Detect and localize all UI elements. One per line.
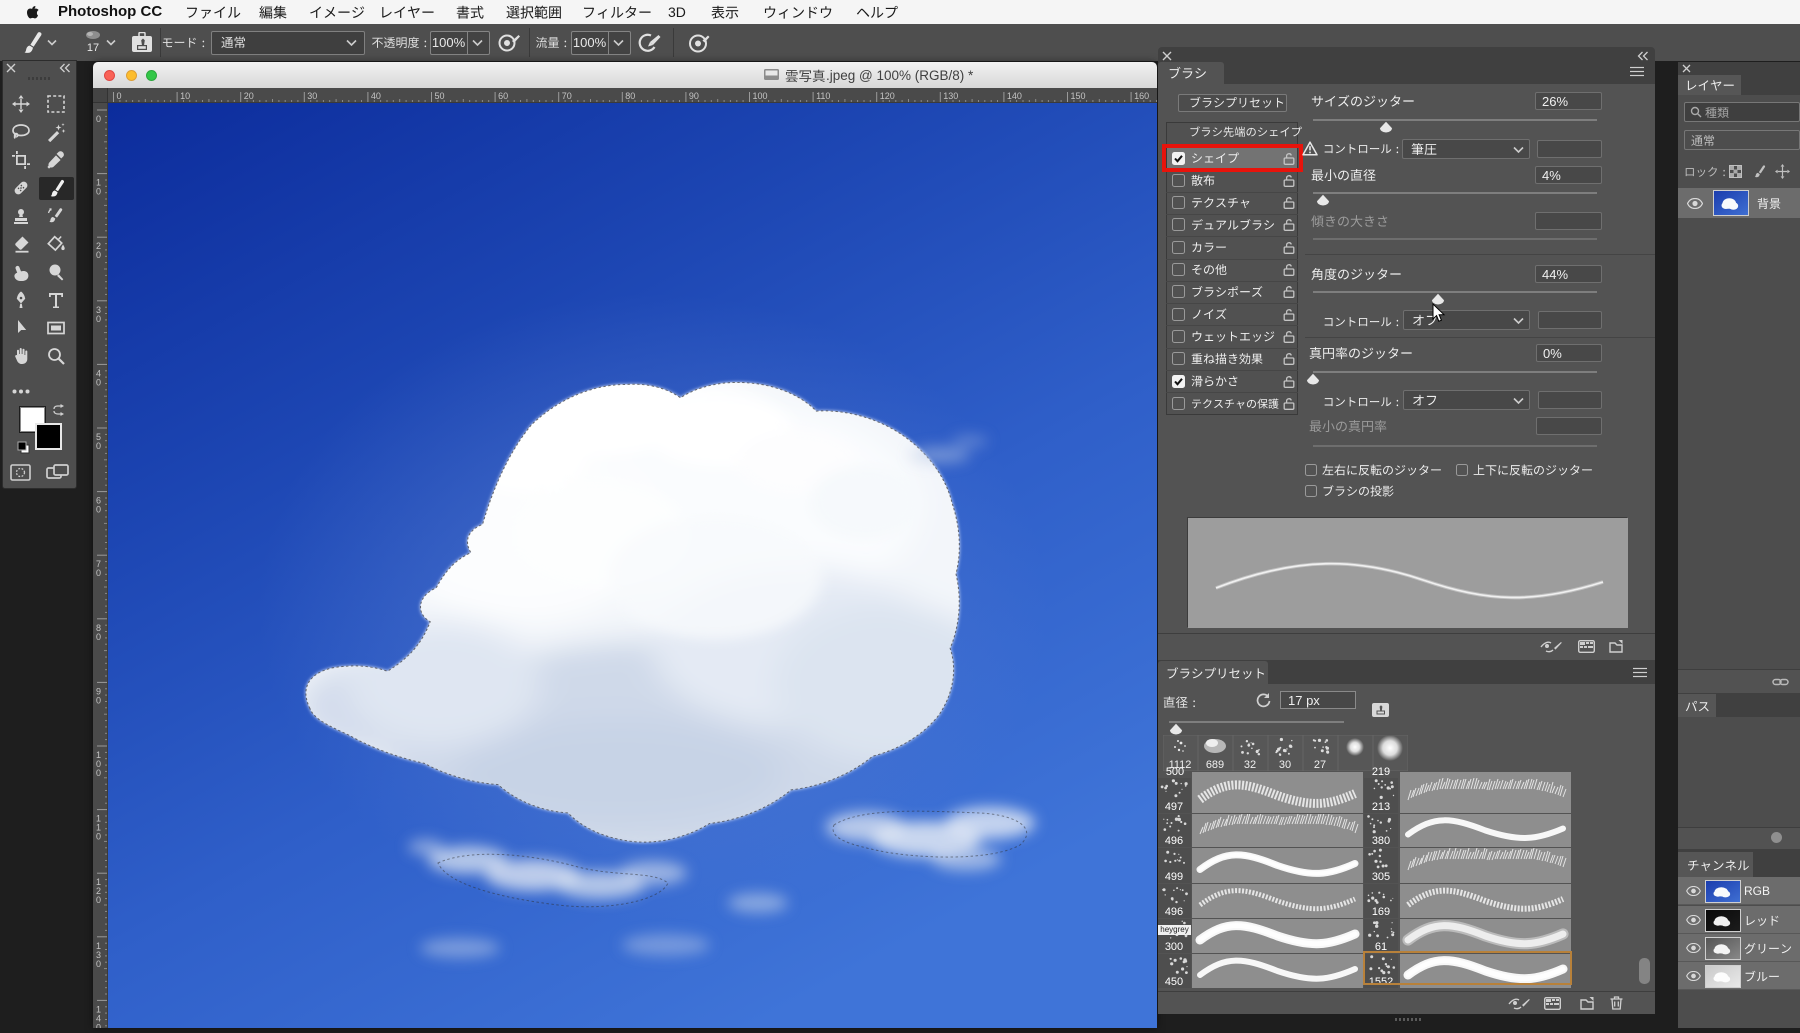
svg-text:689: 689 [1206, 759, 1224, 771]
svg-text:0: 0 [96, 832, 101, 842]
svg-text:80: 80 [625, 91, 635, 101]
svg-text:0: 0 [96, 632, 101, 642]
svg-text:499: 499 [1165, 871, 1183, 883]
svg-text:150: 150 [1071, 91, 1086, 101]
svg-text:27: 27 [1314, 759, 1326, 771]
svg-text:120: 120 [880, 91, 895, 101]
svg-text:497: 497 [1165, 801, 1183, 813]
svg-text:32: 32 [1244, 759, 1256, 771]
svg-text:0: 0 [96, 187, 101, 197]
svg-text:496: 496 [1165, 906, 1183, 918]
svg-text:130: 130 [943, 91, 958, 101]
svg-text:60: 60 [498, 91, 508, 101]
svg-text:0: 0 [96, 314, 101, 324]
svg-text:300: 300 [1165, 941, 1183, 953]
svg-text:0: 0 [96, 114, 101, 124]
svg-text:160: 160 [1134, 91, 1149, 101]
svg-text:169: 169 [1372, 906, 1390, 918]
svg-text:140: 140 [1007, 91, 1022, 101]
svg-text:50: 50 [435, 91, 445, 101]
svg-text:305: 305 [1372, 871, 1390, 883]
svg-text:0: 0 [117, 91, 122, 101]
svg-text:20: 20 [244, 91, 254, 101]
svg-text:10: 10 [180, 91, 190, 101]
svg-text:30: 30 [307, 91, 317, 101]
svg-text:0: 0 [96, 441, 101, 451]
svg-text:213: 213 [1372, 801, 1390, 813]
svg-text:450: 450 [1165, 976, 1183, 988]
svg-text:90: 90 [689, 91, 699, 101]
svg-text:0: 0 [96, 1022, 101, 1028]
svg-text:110: 110 [816, 91, 830, 101]
svg-text:70: 70 [562, 91, 572, 101]
svg-text:0: 0 [96, 250, 101, 260]
svg-text:0: 0 [96, 568, 101, 578]
svg-text:0: 0 [96, 959, 101, 969]
svg-text:30: 30 [1279, 759, 1291, 771]
svg-text:0: 0 [96, 895, 101, 905]
svg-text:0: 0 [96, 377, 101, 387]
svg-text:0: 0 [96, 768, 101, 778]
svg-text:100: 100 [753, 91, 768, 101]
svg-text:40: 40 [371, 91, 381, 101]
svg-text:380: 380 [1372, 835, 1390, 847]
svg-text:0: 0 [96, 695, 101, 705]
svg-text:496: 496 [1165, 835, 1183, 847]
svg-text:0: 0 [96, 505, 101, 515]
